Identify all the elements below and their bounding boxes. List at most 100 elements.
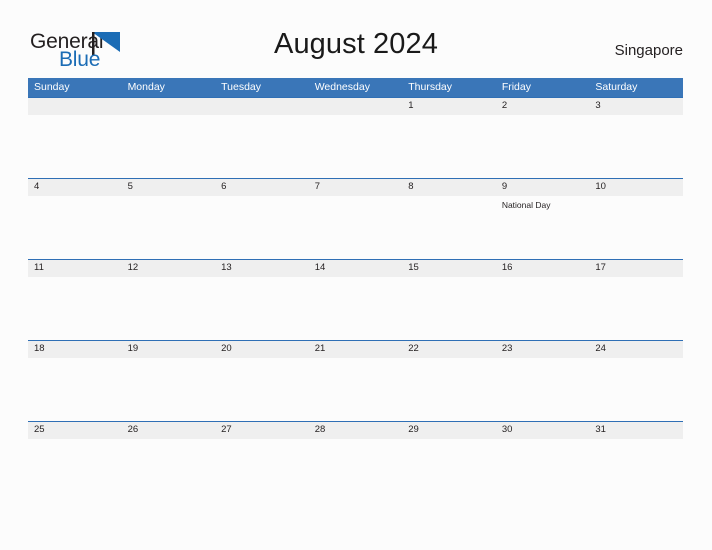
day-cell-29[interactable]: 29: [402, 421, 496, 502]
day-number: 12: [127, 262, 139, 273]
day-number: 14: [314, 262, 326, 273]
day-number: [221, 97, 309, 115]
holiday-event-label: National Day: [501, 200, 551, 210]
day-events: [315, 196, 403, 199]
day-number: 29: [408, 424, 419, 435]
day-events: [595, 277, 683, 280]
day-cell-11[interactable]: 11: [28, 259, 122, 340]
day-cell-27[interactable]: 27: [215, 421, 309, 502]
day-events: [595, 115, 683, 118]
weekday-header-thursday: Thursday: [408, 81, 453, 93]
day-events: [408, 115, 496, 118]
day-cell-4[interactable]: 4: [28, 178, 122, 259]
day-events: [315, 115, 403, 118]
day-cell-empty: [215, 97, 309, 178]
calendar-week-row: 1 2 3: [28, 97, 683, 178]
day-number: 1: [408, 100, 414, 111]
day-events: [315, 358, 403, 361]
country-label: Singapore: [614, 42, 683, 59]
day-number: 27: [221, 424, 232, 435]
day-cell-14[interactable]: 14: [309, 259, 403, 340]
day-cell-7[interactable]: 7: [309, 178, 403, 259]
day-cell-31[interactable]: 31: [589, 421, 683, 502]
day-cell-22[interactable]: 22: [402, 340, 496, 421]
weekday-header-friday: Friday: [501, 81, 531, 93]
page-title: August 2024: [274, 28, 438, 60]
day-number: 23: [501, 343, 513, 354]
day-cell-26[interactable]: 26: [122, 421, 216, 502]
calendar-week-row: 11 12 13 14 15 16 17: [28, 259, 683, 340]
weekday-header-monday: Monday: [127, 81, 165, 93]
calendar-page: General Blue August 2024 Singapore Sunda…: [0, 0, 712, 550]
day-events: [315, 277, 403, 280]
day-events: [595, 196, 683, 199]
day-events: [128, 277, 216, 280]
weekday-header-row: Sunday Monday Tuesday Wednesday Thursday Frid…: [28, 78, 683, 97]
calendar-grid: Sunday Monday Tuesday Wednesday Thursday Frid…: [28, 78, 683, 502]
day-cell-17[interactable]: 17: [589, 259, 683, 340]
day-cell-10[interactable]: 10: [589, 178, 683, 259]
day-cell-24[interactable]: 24: [589, 340, 683, 421]
day-events: [221, 196, 309, 199]
weekday-header-saturday: Saturday: [595, 81, 638, 93]
day-number: 10: [595, 181, 606, 192]
day-cell-9[interactable]: 9 National Day: [496, 178, 590, 259]
day-number: 20: [221, 343, 232, 354]
day-events: [408, 439, 496, 442]
day-cell-21[interactable]: 21: [309, 340, 403, 421]
day-cell-1[interactable]: 1: [402, 97, 496, 178]
day-number: 19: [127, 343, 139, 354]
calendar-week-row: 4 5 6 7 8 9 National Day 10: [28, 178, 683, 259]
day-events: [128, 196, 216, 199]
day-events: [128, 115, 216, 118]
day-events: [408, 277, 496, 280]
day-cell-25[interactable]: 25: [28, 421, 122, 502]
day-events: [595, 439, 683, 442]
day-cell-20[interactable]: 20: [215, 340, 309, 421]
day-cell-23[interactable]: 23: [496, 340, 590, 421]
day-cell-8[interactable]: 8: [402, 178, 496, 259]
weekday-header-wednesday: Wednesday: [314, 81, 370, 93]
day-cell-2[interactable]: 2: [496, 97, 590, 178]
day-cell-5[interactable]: 5: [122, 178, 216, 259]
day-events: [128, 439, 216, 442]
day-cell-6[interactable]: 6: [215, 178, 309, 259]
day-events: [221, 277, 309, 280]
day-events: [34, 277, 122, 280]
day-events: [34, 196, 122, 199]
day-cell-empty: [122, 97, 216, 178]
day-events: [315, 439, 403, 442]
weekday-header-sunday: Sunday: [34, 81, 70, 93]
day-number: 18: [34, 343, 45, 354]
day-events: [221, 115, 309, 118]
day-number: 11: [34, 262, 44, 273]
day-number: 3: [595, 100, 601, 111]
day-number: 9: [501, 181, 508, 192]
day-events: [34, 439, 122, 442]
day-cell-12[interactable]: 12: [122, 259, 216, 340]
day-cell-19[interactable]: 19: [122, 340, 216, 421]
day-number: 7: [314, 181, 320, 192]
day-number: 25: [34, 424, 45, 435]
day-events: National Day: [502, 196, 590, 211]
calendar-week-row: 25 26 27 28 29 30 31: [28, 421, 683, 502]
day-number: 21: [314, 343, 326, 354]
day-number: 4: [34, 181, 40, 192]
day-cell-13[interactable]: 13: [215, 259, 309, 340]
day-cell-28[interactable]: 28: [309, 421, 403, 502]
day-number: 16: [501, 262, 513, 273]
day-cell-3[interactable]: 3: [589, 97, 683, 178]
day-number: 30: [501, 424, 513, 435]
day-cell-16[interactable]: 16: [496, 259, 590, 340]
day-number: 6: [221, 181, 227, 192]
day-cell-15[interactable]: 15: [402, 259, 496, 340]
day-number: 13: [221, 262, 232, 273]
day-number: 5: [127, 181, 133, 192]
day-cell-empty: [28, 97, 122, 178]
day-cell-30[interactable]: 30: [496, 421, 590, 502]
day-number: [315, 97, 403, 115]
day-cell-18[interactable]: 18: [28, 340, 122, 421]
day-events: [34, 115, 122, 118]
day-number: [34, 97, 122, 115]
day-events: [502, 358, 590, 361]
